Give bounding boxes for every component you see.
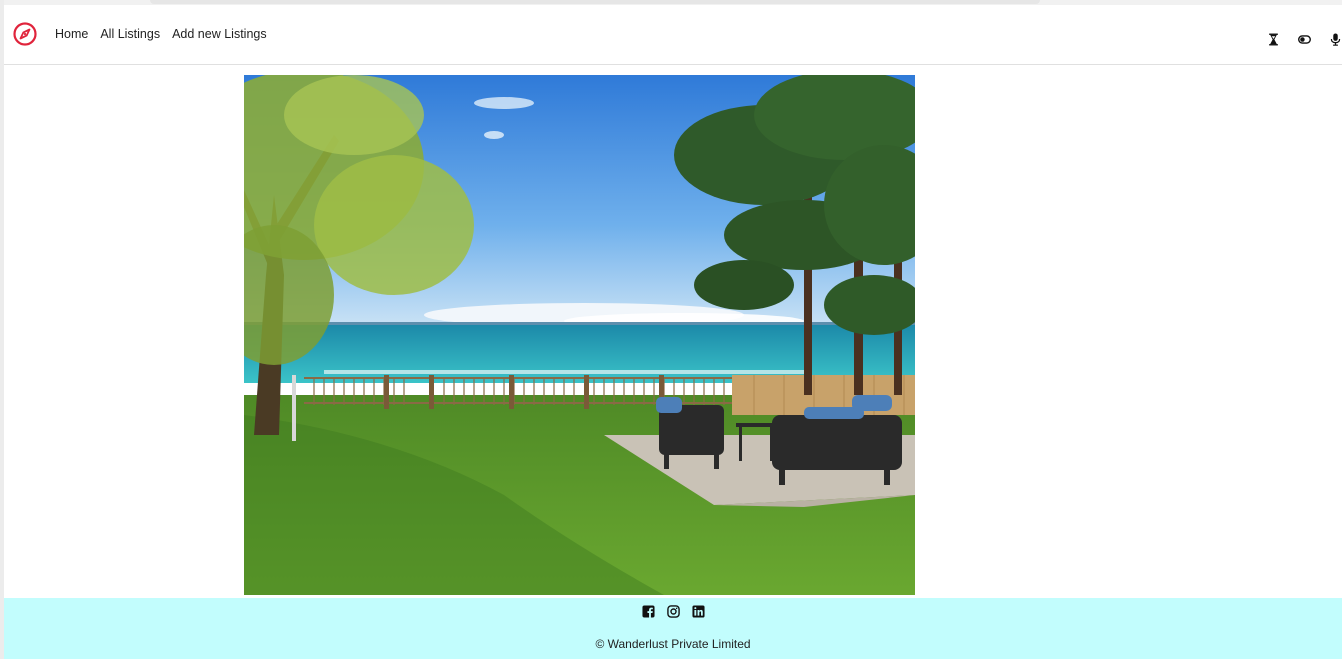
app-window: Home All Listings Add new Listings © Wan…	[0, 0, 1342, 659]
microphone-icon[interactable]	[1329, 33, 1342, 46]
nav-link-add-new-listings[interactable]: Add new Listings	[172, 27, 267, 41]
copyright-text: © Wanderlust Private Limited	[595, 637, 751, 651]
lakeside-photo	[244, 75, 915, 595]
instagram-icon[interactable]	[666, 605, 680, 618]
social-links	[4, 605, 1342, 618]
compass-icon[interactable]	[12, 21, 38, 47]
toggle-icon[interactable]	[1298, 33, 1311, 46]
nav-right-icons	[1267, 33, 1342, 46]
window-left-edge	[0, 0, 4, 659]
hourglass-icon[interactable]	[1267, 33, 1280, 46]
browser-tab-strip	[150, 0, 1040, 4]
linkedin-icon[interactable]	[691, 605, 705, 618]
nav-link-all-listings[interactable]: All Listings	[100, 27, 160, 41]
footer: © Wanderlust Private Limited	[4, 598, 1342, 659]
facebook-icon[interactable]	[641, 605, 655, 618]
navbar: Home All Listings Add new Listings	[4, 5, 1342, 65]
nav-links: Home All Listings Add new Listings	[55, 27, 267, 41]
nav-link-home[interactable]: Home	[55, 27, 88, 41]
listing-image	[244, 75, 915, 595]
